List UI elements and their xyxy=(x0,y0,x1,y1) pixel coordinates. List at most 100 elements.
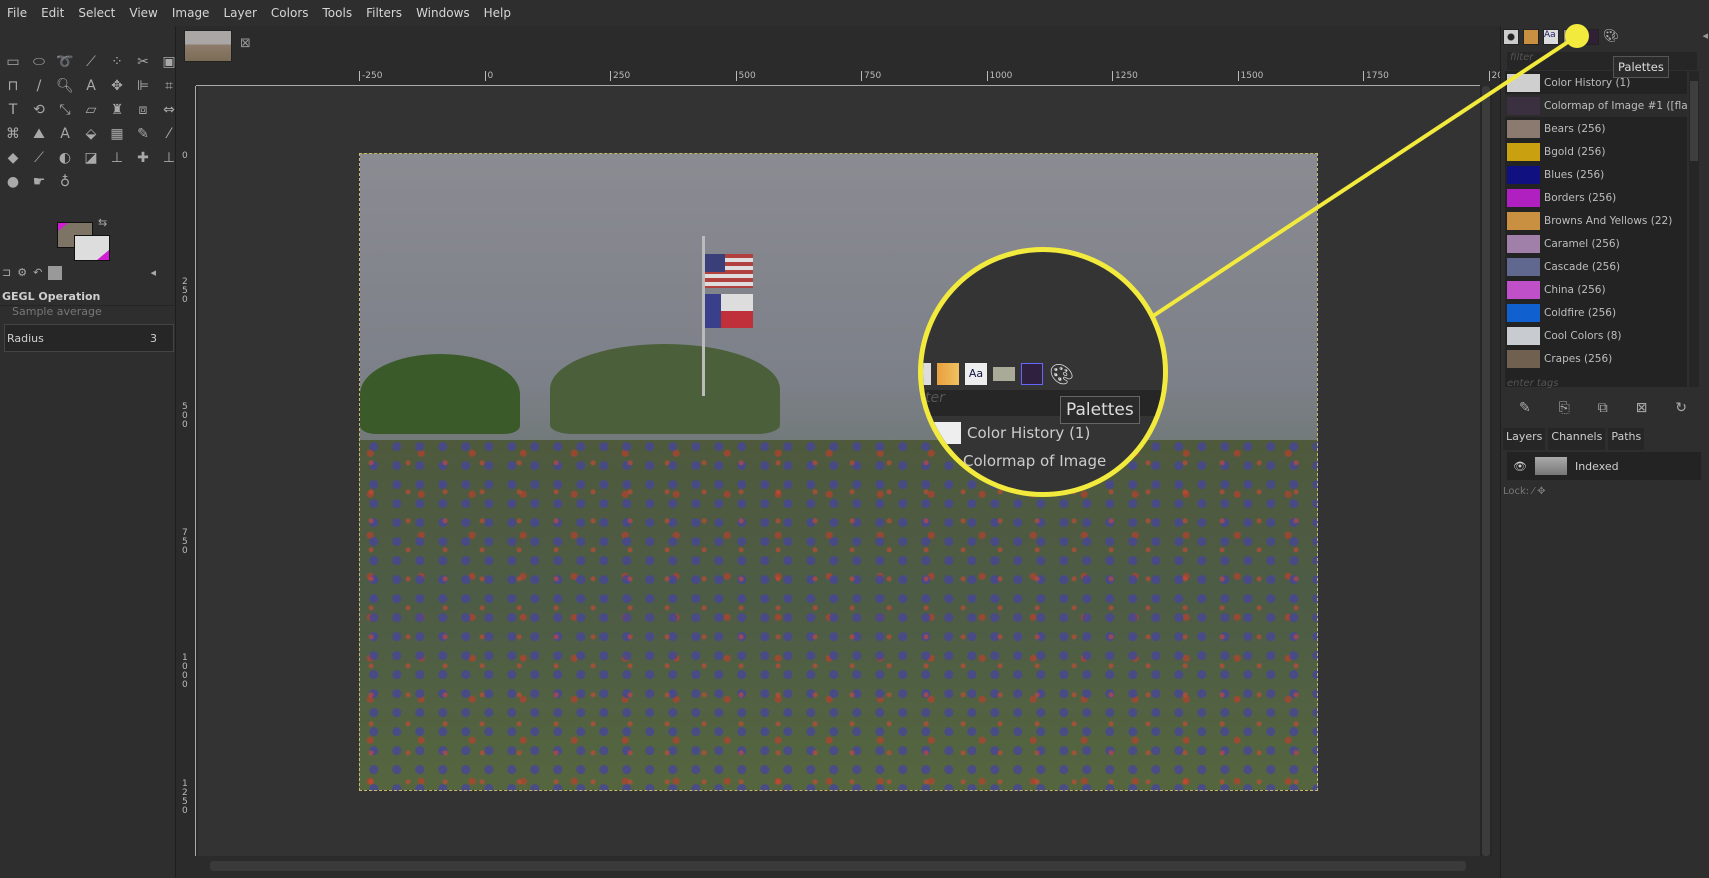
clone-icon[interactable]: ⊥ xyxy=(104,146,130,170)
move-icon[interactable]: ✥ xyxy=(104,74,130,98)
palette-item[interactable]: China (256) xyxy=(1505,278,1687,301)
fonts-tab-icon[interactable]: Aa xyxy=(1543,29,1559,45)
menu-windows[interactable]: Windows xyxy=(409,6,477,20)
blur-icon[interactable]: ● xyxy=(0,170,26,194)
text-icon[interactable]: A xyxy=(52,122,78,146)
menu-select[interactable]: Select xyxy=(71,6,122,20)
gradient-icon[interactable]: ▦ xyxy=(104,122,130,146)
perspective-clone-icon[interactable]: ⊥ xyxy=(156,146,182,170)
menu-edit[interactable]: Edit xyxy=(34,6,71,20)
palette-item[interactable]: Colormap of Image #1 ([flags xyxy=(1505,94,1687,117)
menu-layer[interactable]: Layer xyxy=(216,6,263,20)
foreground-select-icon[interactable]: ▣ xyxy=(156,50,182,74)
panel-menu-icon[interactable]: ◂ xyxy=(1702,29,1708,47)
bucket-fill-icon[interactable]: ⬙ xyxy=(78,122,104,146)
brushes-tab-icon[interactable] xyxy=(1503,29,1519,45)
palette-item[interactable]: Browns And Yellows (22) xyxy=(1505,209,1687,232)
smudge-icon[interactable]: ☛ xyxy=(26,170,52,194)
menu-filters[interactable]: Filters xyxy=(359,6,409,20)
new-palette-icon[interactable]: ⎘ xyxy=(1559,400,1570,416)
palette-list[interactable]: Color History (1) Colormap of Image #1 ([… xyxy=(1505,71,1687,387)
tags-input[interactable]: enter tags xyxy=(1505,378,1701,394)
flip-icon[interactable]: ⇔ xyxy=(156,98,182,122)
menu-colors[interactable]: Colors xyxy=(264,6,316,20)
vertical-ruler[interactable]: 0 250 500 750 1000 1250 xyxy=(180,86,196,856)
menu-file[interactable]: File xyxy=(0,6,34,20)
palette-item[interactable]: Bgold (256) xyxy=(1505,140,1687,163)
vertical-scrollbar[interactable] xyxy=(1480,86,1492,856)
pencil-icon[interactable]: ✎ xyxy=(130,122,156,146)
undo-history-tab-icon[interactable]: ↶ xyxy=(33,266,42,286)
align-icon[interactable]: ⊫ xyxy=(130,74,156,98)
horizontal-ruler[interactable]: -250025050075010001250150017502000 xyxy=(196,70,1514,86)
palette-item[interactable]: Bears (256) xyxy=(1505,117,1687,140)
menu-tools[interactable]: Tools xyxy=(316,6,360,20)
close-tab-icon[interactable]: ⊠ xyxy=(240,36,251,51)
crop2-icon[interactable]: ⌗ xyxy=(156,74,182,98)
lock-position-icon[interactable]: ✥ xyxy=(1537,486,1545,497)
tab-channels[interactable]: Channels xyxy=(1548,428,1606,450)
tab-layers[interactable]: Layers xyxy=(1503,428,1546,450)
airbrush-icon[interactable]: ⟋ xyxy=(26,146,52,170)
lasso-icon[interactable]: ➰ xyxy=(52,50,78,74)
palette-item[interactable]: Crapes (256) xyxy=(1505,347,1687,370)
palette-item[interactable]: Cool Colors (8) xyxy=(1505,324,1687,347)
shear-icon[interactable]: ▱ xyxy=(78,98,104,122)
measure-icon[interactable]: A xyxy=(78,74,104,98)
swap-colors-icon[interactable]: ⇆ xyxy=(98,216,107,229)
smudge-bucket-icon[interactable]: ⛰ xyxy=(26,122,52,146)
palettes-tab-icon[interactable]: 🎨︎ xyxy=(1603,29,1620,45)
patterns-tab-icon[interactable] xyxy=(1523,29,1539,45)
radius-spinner[interactable]: Radius 3 xyxy=(4,324,174,352)
images-tab-icon[interactable] xyxy=(48,266,63,280)
crop-icon[interactable]: ⊓ xyxy=(0,74,26,98)
layer-row[interactable]: 👁︎ Indexed xyxy=(1507,452,1701,480)
palette-item[interactable]: Blues (256) xyxy=(1505,163,1687,186)
tab-paths[interactable]: Paths xyxy=(1608,428,1645,450)
color-select-icon[interactable]: ⁘ xyxy=(104,50,130,74)
colormap-tab-icon[interactable] xyxy=(1583,29,1599,45)
image-canvas[interactable] xyxy=(359,153,1318,791)
gradients-tab-icon[interactable] xyxy=(1563,29,1579,45)
paintbrush-icon[interactable]: ⁄ xyxy=(156,122,182,146)
refresh-palettes-icon[interactable]: ↻ xyxy=(1675,400,1687,416)
palette-item[interactable]: Cascade (256) xyxy=(1505,255,1687,278)
rect-select-icon[interactable]: ▭ xyxy=(0,50,26,74)
radius-value[interactable]: 3 xyxy=(150,332,157,345)
perspective-icon[interactable]: ⧈ xyxy=(130,98,156,122)
palette-item[interactable]: Coldfire (256) xyxy=(1505,301,1687,324)
eraser-icon[interactable]: ◆ xyxy=(0,146,26,170)
heal-icon[interactable]: ✚ xyxy=(130,146,156,170)
horizontal-scrollbar[interactable] xyxy=(198,858,1480,874)
sample-average-option[interactable]: Sample average xyxy=(0,305,176,318)
menu-image[interactable]: Image xyxy=(165,6,217,20)
background-color-swatch[interactable] xyxy=(74,235,110,261)
palette-item[interactable]: Borders (256) xyxy=(1505,186,1687,209)
palette-item[interactable]: Caramel (256) xyxy=(1505,232,1687,255)
color-picker-icon[interactable]: / xyxy=(26,74,52,98)
layer-name[interactable]: Indexed xyxy=(1575,460,1619,473)
scissors-icon[interactable]: ✂ xyxy=(130,50,156,74)
fuzzy-select-icon[interactable]: ⟋ xyxy=(78,50,104,74)
paths-icon[interactable]: ⌘ xyxy=(0,122,26,146)
menu-help[interactable]: Help xyxy=(477,6,518,20)
palette-list-scrollbar[interactable] xyxy=(1689,71,1699,387)
ellipse-select-icon[interactable]: ⬭ xyxy=(26,50,52,74)
zoom-icon[interactable]: 🔍︎ xyxy=(52,74,78,98)
tool-options-tab-icon[interactable]: ⊐ xyxy=(2,266,11,286)
visibility-eye-icon[interactable]: 👁︎ xyxy=(1513,460,1527,473)
image-tab-thumbnail[interactable] xyxy=(184,30,232,62)
scale-icon[interactable]: ⤡ xyxy=(52,98,78,122)
transform-icon[interactable]: T xyxy=(0,98,26,122)
edit-palette-icon[interactable]: ✎ xyxy=(1519,400,1531,416)
menu-view[interactable]: View xyxy=(122,6,164,20)
duplicate-palette-icon[interactable]: ⧉ xyxy=(1598,400,1608,416)
dodge-burn-icon[interactable]: ♁ xyxy=(52,170,78,194)
ink-icon[interactable]: ◐ xyxy=(52,146,78,170)
panel-menu-icon[interactable]: ◂ xyxy=(150,266,156,286)
warp-icon[interactable]: ♜ xyxy=(104,98,130,122)
device-status-tab-icon[interactable]: ⚙ xyxy=(17,266,27,286)
mypaint-icon[interactable]: ◪ xyxy=(78,146,104,170)
delete-palette-icon[interactable]: ⊠ xyxy=(1636,400,1648,416)
rotate-icon[interactable]: ⟲ xyxy=(26,98,52,122)
